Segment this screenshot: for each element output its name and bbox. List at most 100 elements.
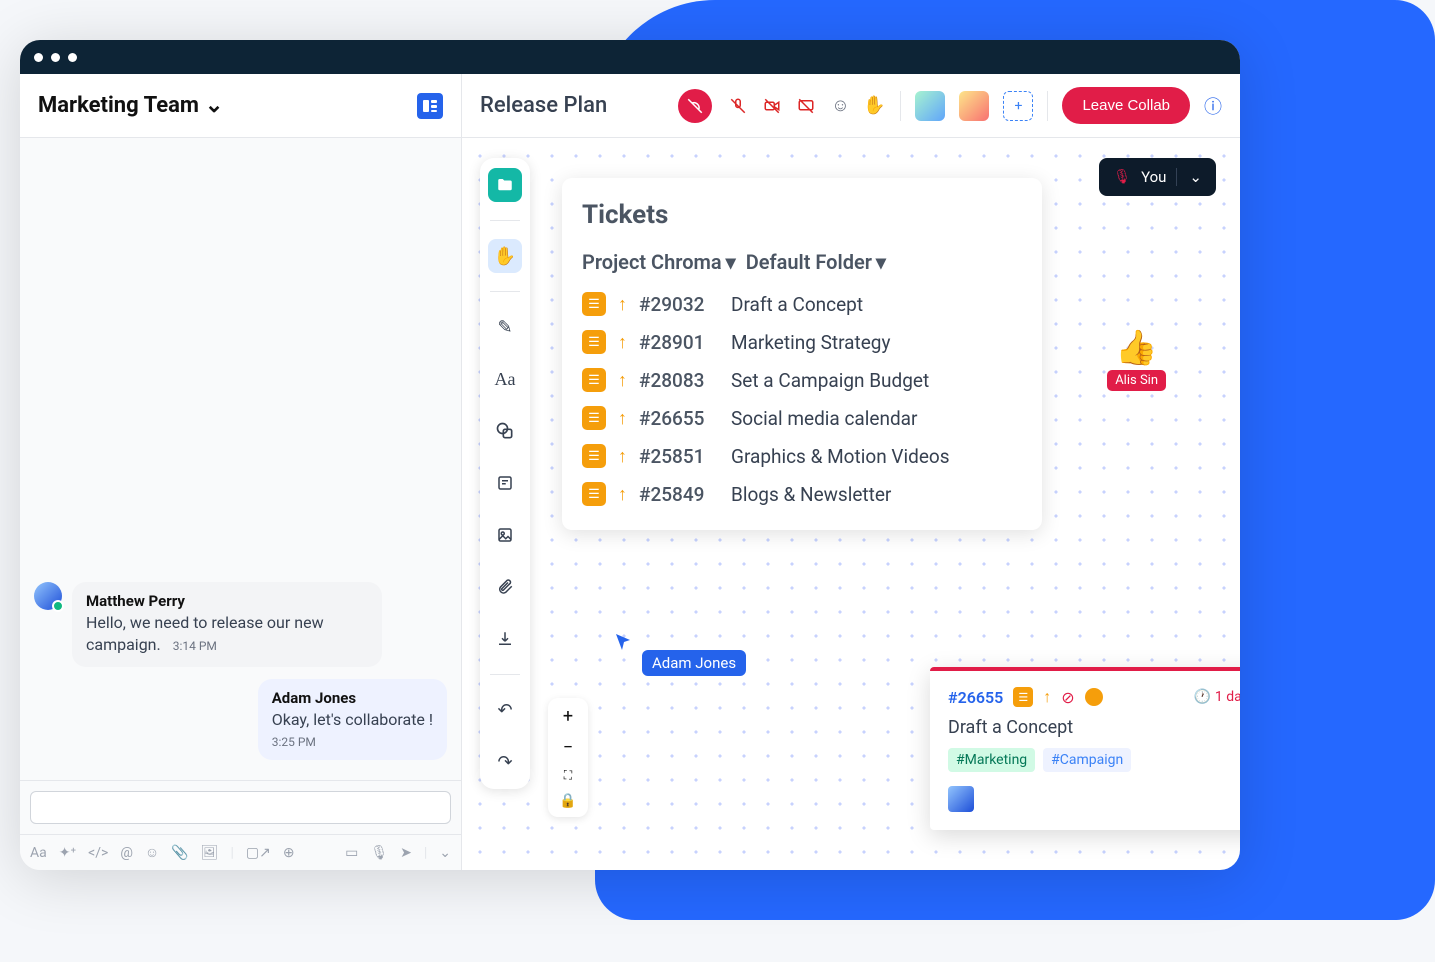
hand-tool[interactable]: ✋: [488, 239, 522, 273]
participant-avatar[interactable]: [915, 91, 945, 121]
ticket-id: #28083: [639, 369, 719, 392]
zoom-in-icon[interactable]: +: [563, 706, 573, 727]
attach-icon[interactable]: 📎: [171, 845, 188, 861]
folder-tool[interactable]: [488, 168, 522, 202]
ticket-row[interactable]: ☰↑#25851Graphics & Motion Videos: [582, 444, 1022, 468]
image-tool[interactable]: [488, 518, 522, 552]
add-user-icon[interactable]: +: [1003, 91, 1033, 121]
window-dot: [34, 53, 43, 62]
undo-tool[interactable]: ↶: [488, 693, 522, 727]
you-label: You: [1141, 168, 1166, 186]
assignee-avatar[interactable]: [948, 786, 974, 812]
project-selector[interactable]: Project Chroma ▾: [582, 250, 736, 274]
emoji-icon[interactable]: ☺: [145, 844, 159, 861]
mic-off-icon[interactable]: [726, 94, 750, 118]
format-aa-icon[interactable]: Aa: [30, 845, 47, 861]
add-icon[interactable]: ⊕: [283, 845, 295, 861]
compose-toolbar: Aa ✦⁺ </> @ ☺ 📎 🖼 | ▢↗ ⊕ ▭ 🎙 ➤ | ⌄: [20, 834, 461, 870]
shape-tool[interactable]: [488, 414, 522, 448]
info-icon[interactable]: ⓘ: [1204, 93, 1222, 119]
message-item: Adam Jones Okay, let's collaborate ! 3:2…: [34, 679, 447, 760]
call-toolbar: ☺ ✋: [726, 94, 886, 118]
priority-up-icon: ↑: [618, 332, 627, 353]
image-icon[interactable]: 🖼: [201, 845, 219, 861]
detail-tags: #Marketing #Campaign: [948, 748, 1240, 772]
camera-off-icon[interactable]: [760, 94, 784, 118]
topbar: Marketing Team ⌄ Release Plan ☺ ✋: [20, 74, 1240, 138]
detail-header: #26655 ☰ ↑ ⊘ 🕐1 day left: [948, 687, 1240, 707]
mic-icon[interactable]: 🎙: [370, 845, 388, 861]
ticket-icon: ☰: [582, 292, 606, 316]
lock-icon[interactable]: 🔒: [559, 793, 576, 809]
message-time: 3:25 PM: [272, 735, 316, 749]
tag-marketing[interactable]: #Marketing: [948, 748, 1035, 772]
raise-hand-icon[interactable]: ✋: [862, 94, 886, 118]
feed-icon[interactable]: [417, 93, 443, 119]
pen-tool[interactable]: ✎: [488, 310, 522, 344]
ticket-title: Social media calendar: [731, 407, 917, 430]
text-tool[interactable]: Aa: [488, 362, 522, 396]
message-bubble: Adam Jones Okay, let's collaborate ! 3:2…: [258, 679, 447, 760]
ticket-row[interactable]: ☰ ↑ #28901 Marketing Strategy: [582, 330, 1022, 354]
code-icon[interactable]: </>: [88, 845, 108, 861]
you-badge[interactable]: 🎙 You ⌄: [1099, 158, 1216, 196]
team-selector[interactable]: Marketing Team ⌄: [38, 93, 223, 118]
chevron-down-icon[interactable]: ⌄: [1176, 168, 1202, 186]
present-icon[interactable]: ▢↗: [246, 845, 271, 861]
leave-collab-button[interactable]: Leave Collab: [1062, 87, 1190, 124]
ticket-row[interactable]: ☰↑#29032Draft a Concept: [582, 292, 1022, 316]
sender-name: Matthew Perry: [86, 592, 368, 610]
team-name: Marketing Team: [38, 93, 199, 118]
thumbs-up-icon: 👍: [1115, 328, 1157, 368]
ticket-row[interactable]: ☰↑#26655Social media calendar: [582, 406, 1022, 430]
priority-up-icon: ↑: [618, 484, 627, 505]
window-dot: [51, 53, 60, 62]
window-titlebar: [20, 40, 1240, 74]
ticket-icon: ☰: [582, 444, 606, 468]
video-icon[interactable]: ▭: [345, 845, 358, 861]
attachment-tool[interactable]: [488, 570, 522, 604]
message-list: Matthew Perry Hello, we need to release …: [20, 138, 461, 780]
ticket-title: Draft a Concept: [731, 293, 863, 316]
wand-icon[interactable]: ✦⁺: [59, 845, 76, 861]
priority-up-icon: ↑: [618, 294, 627, 315]
ticket-id: #28901: [639, 331, 719, 354]
ticket-id: #25849: [639, 483, 719, 506]
send-icon[interactable]: ➤: [400, 845, 412, 861]
priority-up-icon: ↑: [618, 408, 627, 429]
zoom-out-icon[interactable]: −: [563, 737, 573, 758]
divider: [900, 91, 901, 121]
emoji-icon[interactable]: ☺: [828, 94, 852, 118]
canvas-pane[interactable]: ✋ ✎ Aa ↶ ↷ + − ⛶ 🔒 🎙 You: [462, 138, 1240, 870]
participant-avatar[interactable]: [959, 91, 989, 121]
folder-selector[interactable]: Default Folder ▾: [746, 250, 886, 274]
ticket-detail-card[interactable]: #26655 ☰ ↑ ⊘ 🕐1 day left Draft a Concept…: [930, 667, 1240, 830]
fit-icon[interactable]: ⛶: [564, 768, 572, 783]
divider: [1047, 91, 1048, 121]
download-tool[interactable]: [488, 622, 522, 656]
present-off-icon[interactable]: [794, 94, 818, 118]
note-tool[interactable]: [488, 466, 522, 500]
message-text: Okay, let's collaborate !: [272, 709, 433, 731]
ticket-row[interactable]: ☰↑#25849Blogs & Newsletter: [582, 482, 1022, 506]
mention-icon[interactable]: @: [120, 845, 133, 861]
zoom-controls: + − ⛶ 🔒: [548, 698, 588, 817]
tickets-title: Tickets: [582, 200, 1022, 230]
message-text: Hello, we need to release our new campai…: [86, 612, 368, 657]
message-bubble: Matthew Perry Hello, we need to release …: [72, 582, 382, 667]
redo-tool[interactable]: ↷: [488, 745, 522, 779]
ticket-icon: ☰: [582, 330, 606, 354]
topbar-left: Marketing Team ⌄: [20, 74, 462, 137]
ticket-icon: ☰: [582, 406, 606, 430]
cursor-label-adam: Adam Jones: [642, 650, 746, 676]
ticket-row[interactable]: ☰↑#28083Set a Campaign Budget: [582, 368, 1022, 392]
message-input[interactable]: [30, 791, 451, 824]
tickets-card[interactable]: Tickets Project Chroma ▾ Default Folder …: [562, 178, 1042, 530]
tag-campaign[interactable]: #Campaign: [1043, 748, 1131, 772]
screen-share-off-icon[interactable]: [678, 89, 712, 123]
ticket-icon: ☰: [1013, 687, 1033, 707]
ticket-title: Marketing Strategy: [731, 331, 890, 354]
chevron-down-icon[interactable]: ⌄: [439, 845, 451, 861]
tickets-breadcrumb: Project Chroma ▾ Default Folder ▾: [582, 250, 1022, 274]
compose-area: Aa ✦⁺ </> @ ☺ 📎 🖼 | ▢↗ ⊕ ▭ 🎙 ➤ | ⌄: [20, 780, 461, 870]
